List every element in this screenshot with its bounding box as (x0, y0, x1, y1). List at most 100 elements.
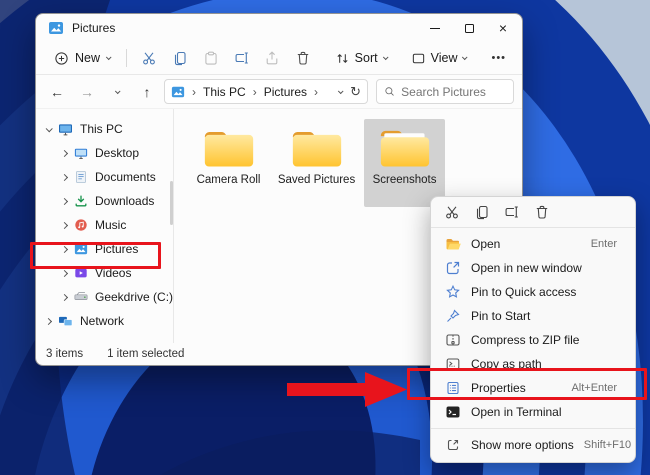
folder-tile-camera-roll[interactable]: Camera Roll (188, 119, 269, 207)
chevron-right-icon[interactable] (60, 245, 69, 253)
rename-quick-button[interactable] (497, 199, 527, 225)
chevron-right-icon[interactable] (60, 269, 69, 277)
menu-item-show-more-options[interactable]: Show more options Shift+F10 (431, 433, 635, 457)
new-button-label: New (75, 51, 101, 65)
recent-locations-button[interactable] (104, 79, 130, 105)
cut-icon (143, 52, 156, 65)
menu-item-open-in-new-window[interactable]: Open in new window (431, 256, 635, 280)
chevron-right-icon[interactable] (60, 149, 69, 157)
folder-name: Camera Roll (196, 174, 261, 186)
window-title: Pictures (72, 21, 116, 35)
forward-button[interactable]: → (74, 79, 100, 105)
sidebar-item-geekdrive[interactable]: Geekdrive (C:) (36, 285, 173, 309)
search-input[interactable] (401, 84, 506, 99)
chevron-right-icon[interactable] (44, 317, 53, 325)
menu-item-label: Pin to Start (471, 309, 531, 323)
sidebar-item-this-pc[interactable]: This PC (36, 117, 173, 141)
menu-item-open-in-terminal[interactable]: Open in Terminal (431, 400, 635, 424)
menu-item-shortcut: Shift+F10 (583, 439, 632, 451)
new-button[interactable]: New (46, 47, 118, 70)
delete-button[interactable] (289, 45, 318, 71)
chevron-right-icon[interactable] (60, 221, 69, 229)
sidebar-item-network[interactable]: Network (36, 309, 173, 333)
videos-icon (75, 268, 87, 278)
cut-quick-button[interactable] (437, 199, 467, 225)
forward-icon: → (80, 83, 94, 100)
sidebar-item-downloads[interactable]: Downloads (36, 189, 173, 213)
zip-icon (445, 332, 461, 348)
music-icon (75, 219, 87, 231)
menu-item-label: Show more options (471, 438, 574, 452)
menu-item-shortcut: Enter (590, 238, 617, 250)
sidebar-item-pictures[interactable]: Pictures (36, 237, 173, 261)
menu-item-compress-to-zip[interactable]: Compress to ZIP file (431, 328, 635, 352)
back-button[interactable]: ← (44, 79, 70, 105)
selection-count: 1 item selected (107, 348, 185, 360)
paste-button[interactable] (196, 45, 225, 71)
sidebar-item-label: Pictures (95, 242, 139, 256)
chevron-right-icon[interactable] (60, 197, 69, 205)
breadcrumb[interactable]: › This PC › Pictures › ↻ (164, 79, 368, 104)
sidebar-item-music[interactable]: Music (36, 213, 173, 237)
menu-item-open[interactable]: Open Enter (431, 232, 635, 256)
maximize-button[interactable] (452, 14, 486, 42)
chevron-right-icon[interactable] (60, 293, 69, 301)
sidebar-scrollbar[interactable] (170, 181, 174, 225)
menu-item-label: Compress to ZIP file (471, 333, 580, 347)
chevron-down-icon[interactable] (337, 87, 344, 94)
maximize-icon (464, 23, 474, 33)
sidebar-item-label: This PC (80, 122, 123, 136)
copy-quick-button[interactable] (467, 199, 497, 225)
see-more-button[interactable]: ••• (485, 48, 512, 68)
refresh-icon[interactable]: ↻ (350, 84, 361, 100)
sort-button[interactable]: Sort (328, 47, 394, 70)
minimize-button[interactable] (418, 14, 452, 42)
menu-item-pin-to-start[interactable]: Pin to Start (431, 304, 635, 328)
sidebar-item-label: Videos (95, 266, 132, 280)
close-button[interactable]: × (486, 14, 520, 42)
menu-item-label: Properties (471, 381, 526, 395)
pictures-folder-icon (48, 20, 64, 36)
rename-icon (235, 52, 248, 64)
view-button[interactable]: View (404, 47, 474, 70)
chevron-right-icon[interactable] (60, 173, 69, 181)
up-button[interactable]: ↑ (134, 79, 160, 105)
delete-quick-button[interactable] (527, 199, 557, 225)
chevron-down-icon[interactable] (45, 124, 53, 132)
menu-item-pin-to-quick-access[interactable]: Pin to Quick access (431, 280, 635, 304)
share-button[interactable] (258, 45, 287, 71)
rename-icon (505, 206, 518, 218)
pin-icon (445, 308, 461, 324)
address-bar: ← → ↑ › This PC › Pictures › ↻ (36, 75, 522, 109)
context-quick-actions (431, 197, 635, 228)
rename-button[interactable] (227, 45, 256, 71)
folder-name: Screenshots (372, 174, 437, 186)
sidebar-item-label: Network (80, 314, 125, 328)
titlebar[interactable]: Pictures × (36, 14, 522, 42)
menu-item-properties[interactable]: Properties Alt+Enter (431, 376, 635, 400)
sidebar-item-desktop[interactable]: Desktop (36, 141, 173, 165)
properties-icon (445, 380, 461, 396)
breadcrumb-chevron: › (252, 84, 257, 99)
sidebar-item-documents[interactable]: Documents (36, 165, 173, 189)
up-icon: ↑ (143, 83, 151, 100)
menu-item-copy-as-path[interactable]: Copy as path (431, 352, 635, 376)
star-icon (445, 284, 461, 300)
copy-button[interactable] (166, 45, 195, 71)
breadcrumb-chevron: › (192, 84, 196, 99)
folder-tile-saved-pictures[interactable]: Saved Pictures (276, 119, 357, 207)
folder-name: Saved Pictures (277, 174, 356, 186)
sort-label: Sort (354, 51, 378, 65)
folder-tile-screenshots[interactable]: Screenshots (364, 119, 446, 207)
search-box[interactable] (376, 79, 514, 104)
this-pc-icon (59, 123, 72, 135)
cut-button[interactable] (135, 45, 164, 71)
desktop-icon (74, 148, 88, 159)
sidebar-item-videos[interactable]: Videos (36, 261, 173, 285)
folder-icon (289, 124, 345, 170)
menu-separator (431, 428, 635, 429)
sidebar-item-label: Downloads (95, 194, 155, 208)
view-label: View (430, 51, 458, 65)
breadcrumb-pictures[interactable]: Pictures (264, 85, 307, 99)
breadcrumb-this-pc[interactable]: This PC (203, 85, 246, 99)
